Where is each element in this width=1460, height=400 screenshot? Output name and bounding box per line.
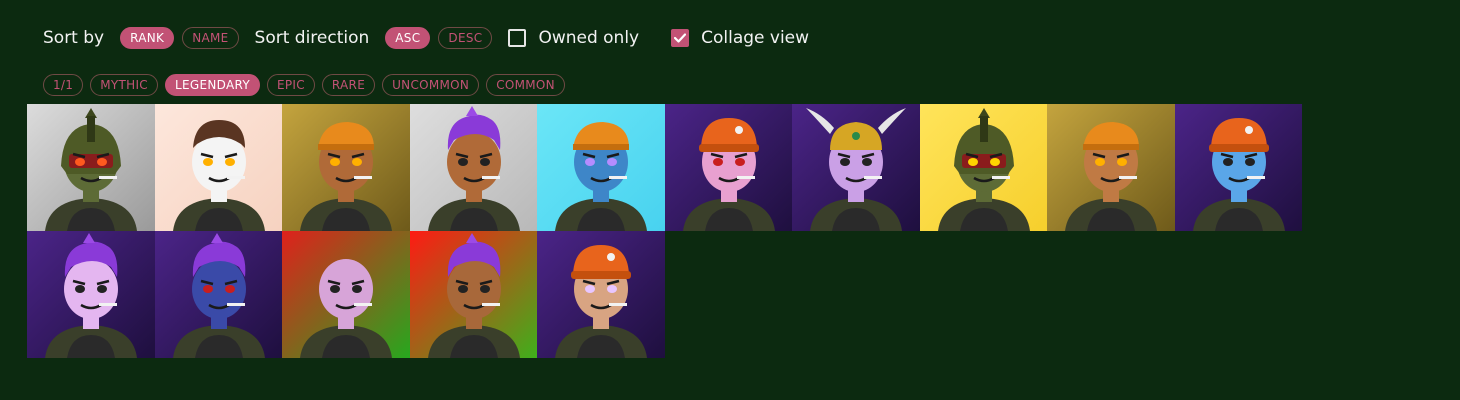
nft-avatar-image — [409, 104, 537, 231]
direction-desc-button[interactable]: DESC — [438, 27, 493, 49]
rarity-legendary-button[interactable]: LEGENDARY — [164, 74, 260, 96]
nft-avatar-image — [537, 104, 665, 231]
direction-asc-button[interactable]: ASC — [385, 27, 431, 49]
collage-view-checkbox[interactable] — [671, 29, 690, 47]
nft-avatar-image — [154, 231, 282, 358]
nft-tile[interactable] — [282, 104, 410, 231]
collage-view-label[interactable]: Collage view — [701, 28, 809, 48]
rarity-mythic-button[interactable]: MYTHIC — [90, 74, 158, 96]
nft-tile[interactable] — [919, 104, 1047, 231]
rarity-common-button[interactable]: COMMON — [486, 74, 565, 96]
nft-tile[interactable] — [154, 231, 282, 358]
nft-avatar-image — [27, 231, 155, 358]
nft-tile[interactable] — [792, 104, 920, 231]
nft-avatar-image — [919, 104, 1047, 231]
nft-avatar-image — [664, 104, 792, 231]
nft-tile[interactable] — [1174, 104, 1302, 231]
nft-tile[interactable] — [27, 104, 155, 231]
owned-only-label[interactable]: Owned only — [538, 28, 639, 48]
checkmark-icon — [674, 33, 687, 43]
owned-only-checkbox[interactable] — [508, 29, 527, 47]
rarity-filter-bar: 1/1 MYTHIC LEGENDARY EPIC RARE UNCOMMON … — [43, 74, 565, 96]
nft-tile[interactable] — [27, 231, 155, 358]
rarity-rare-button[interactable]: RARE — [321, 74, 376, 96]
nft-avatar-image — [409, 231, 537, 358]
sort-direction-label: Sort direction — [254, 28, 370, 48]
sort-rank-button[interactable]: RANK — [120, 27, 175, 49]
nft-tile[interactable] — [664, 104, 792, 231]
controls-bar: Sort by RANK NAME Sort direction ASC DES… — [43, 24, 809, 52]
nft-avatar-image — [27, 104, 155, 231]
rarity-uncommon-button[interactable]: UNCOMMON — [382, 74, 480, 96]
nft-tile[interactable] — [409, 231, 537, 358]
nft-avatar-image — [537, 231, 665, 358]
nft-avatar-image — [792, 104, 920, 231]
collage-row — [27, 231, 1303, 358]
nft-tile[interactable] — [1047, 104, 1175, 231]
nft-tile[interactable] — [154, 104, 282, 231]
nft-avatar-image — [1047, 104, 1175, 231]
sort-name-button[interactable]: NAME — [182, 27, 239, 49]
sort-by-label: Sort by — [43, 28, 105, 48]
nft-collage-grid — [27, 104, 1303, 358]
rarity-1-of-1-button[interactable]: 1/1 — [43, 74, 84, 96]
nft-avatar-image — [282, 104, 410, 231]
nft-tile[interactable] — [537, 104, 665, 231]
nft-tile[interactable] — [409, 104, 537, 231]
collage-row — [27, 104, 1303, 231]
nft-tile[interactable] — [282, 231, 410, 358]
rarity-epic-button[interactable]: EPIC — [266, 74, 315, 96]
nft-tile[interactable] — [537, 231, 665, 358]
nft-avatar-image — [282, 231, 410, 358]
nft-avatar-image — [1174, 104, 1302, 231]
nft-avatar-image — [154, 104, 282, 231]
